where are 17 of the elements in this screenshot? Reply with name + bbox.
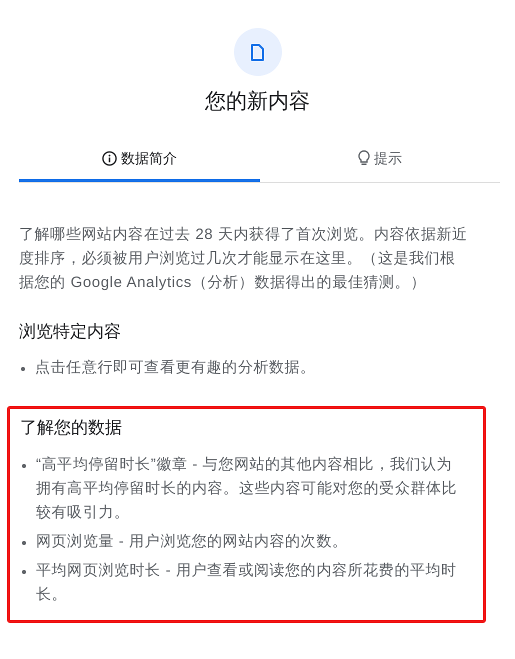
tab[interactable]: 数据简介	[19, 140, 260, 182]
bullet-dot	[21, 367, 25, 371]
info-icon	[102, 150, 117, 166]
bullet-dot	[22, 464, 26, 468]
page-title: 您的新内容	[204, 89, 311, 115]
bullet-text: 点击任意行即可查看更有趣的分析数据。	[35, 358, 316, 378]
intro-paragraph: 了解哪些网站内容在过去 28 天内获得了首次浏览。内容依据新近度排序，必须被用户浏览过几次才能显示在这里。（这是我们根据您的 Google Analytics（分析）数据得出的最佳猜测。）	[19, 224, 469, 292]
lightbulb-icon	[358, 150, 370, 166]
bullet-text: 平均网页浏览时长 - 用户查看或阅读您的内容所花费的平均时长。	[36, 560, 458, 604]
bullet-text: 网页浏览量 - 用户浏览您的网站内容的次数。	[36, 532, 348, 552]
bullet-text: “高平均停留时长”徽章 - 与您网站的其他内容相比，我们认为拥有高平均停留时长的内容。这些内容可能对您的受众群体比较有吸引力。	[36, 454, 458, 522]
bullet-dot	[22, 540, 26, 544]
section-heading: 了解您的数据	[20, 417, 123, 439]
tab[interactable]: 提示	[260, 140, 500, 182]
document-icon	[251, 44, 264, 60]
bullet-dot	[22, 570, 26, 574]
section-heading: 浏览特定内容	[19, 320, 122, 342]
